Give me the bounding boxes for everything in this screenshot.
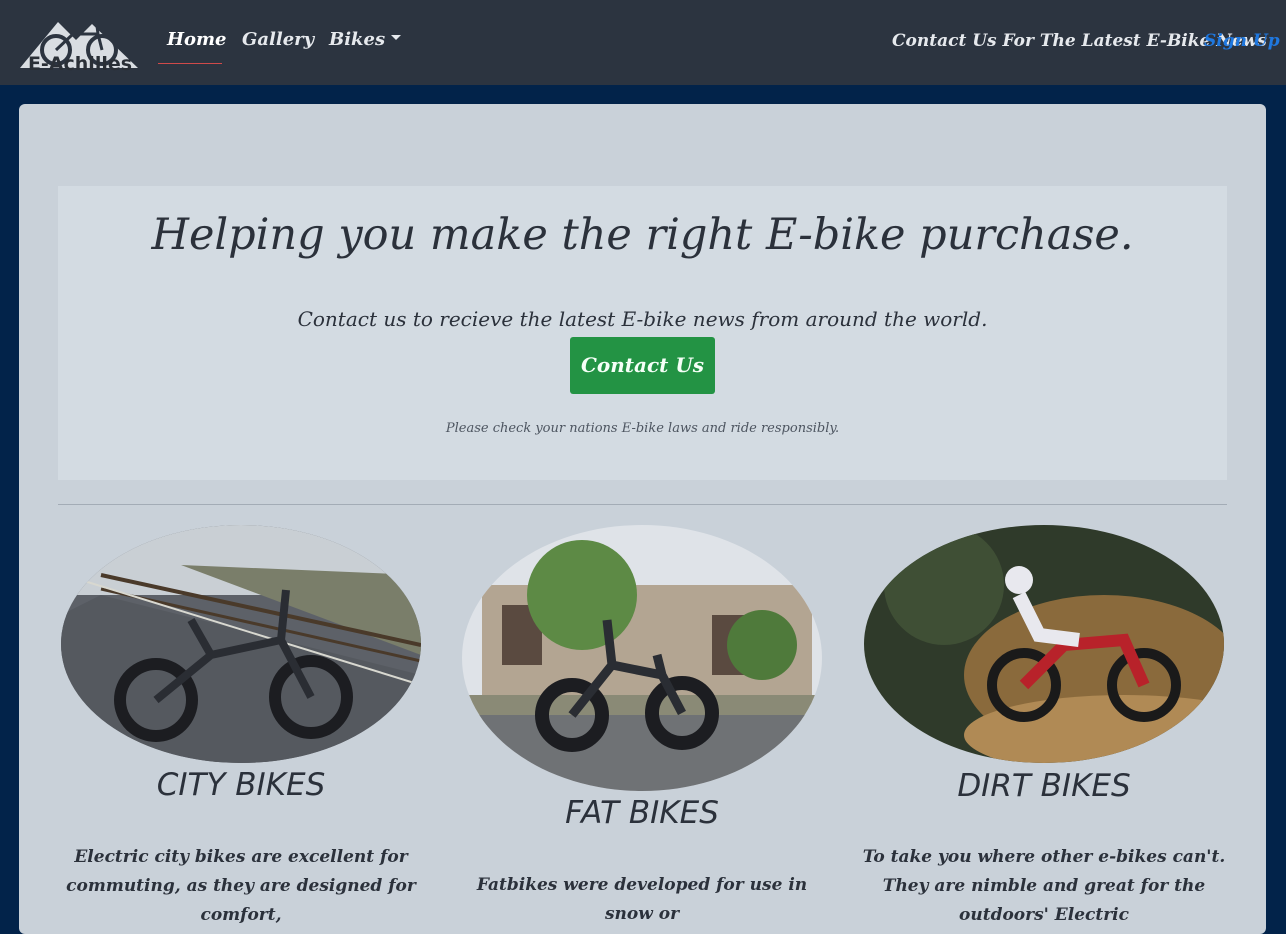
- nav-signup-link[interactable]: Sign Up: [1204, 29, 1280, 53]
- nav-gallery-link[interactable]: Gallery: [242, 28, 314, 52]
- fat-bikes-title: FAT BIKES: [565, 795, 719, 831]
- city-bikes-description: Electric city bikes are excellent for co…: [66, 847, 416, 925]
- contact-us-button[interactable]: Contact Us: [570, 337, 715, 394]
- dirt-bikes-title: DIRT BIKES: [957, 768, 1131, 804]
- section-divider: [58, 504, 1227, 505]
- dirt-bike-rider-photo-icon: [864, 525, 1224, 763]
- nav-bikes-label: Bikes: [329, 29, 386, 50]
- navbar: E-Achilles Home Gallery Bikes Contact Us…: [0, 0, 1286, 85]
- city-bike-image: [61, 525, 421, 763]
- folding-city-ebike-photo-icon: [61, 525, 421, 763]
- fat-bike-image: [462, 525, 822, 791]
- nav-home-link[interactable]: Home: [167, 28, 227, 52]
- fat-tire-ebike-photo-icon: [462, 525, 822, 791]
- dirt-bike-image: [864, 525, 1224, 763]
- brand-logo[interactable]: E-Achilles: [18, 10, 140, 75]
- active-nav-indicator: [158, 63, 222, 64]
- brand-name: E-Achilles: [27, 53, 133, 75]
- nav-bikes-dropdown[interactable]: Bikes: [329, 28, 402, 52]
- hero-lead: Contact us to recieve the latest E-bike …: [297, 307, 988, 331]
- dirt-bikes-description: To take you where other e-bikes can't. T…: [862, 847, 1226, 925]
- hero-note: Please check your nations E-bike laws an…: [445, 421, 840, 436]
- chevron-down-icon: [391, 34, 402, 40]
- city-bikes-title: CITY BIKES: [156, 767, 326, 803]
- fat-bikes-description: Fatbikes were developed for use in snow …: [476, 875, 808, 924]
- hero-headline: Helping you make the right E-bike purcha…: [151, 210, 1134, 260]
